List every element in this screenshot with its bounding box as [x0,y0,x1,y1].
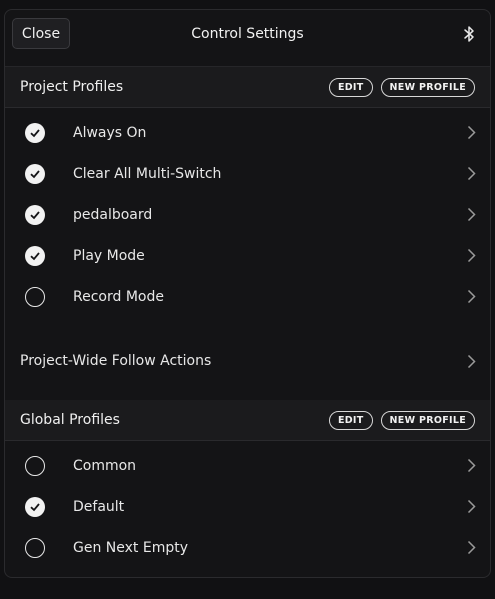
list-item[interactable]: Clear All Multi-Switch [5,153,490,194]
chevron-right-icon [467,289,476,304]
global-profiles-list: Common Default Gen Next Empty [5,441,490,568]
control-settings-panel: Close Control Settings Project Profiles … [4,9,491,578]
follow-actions-row[interactable]: Project-Wide Follow Actions [5,341,490,381]
list-item[interactable]: Common [5,445,490,486]
chevron-right-icon [467,499,476,514]
list-item-label: Always On [73,124,147,141]
chevron-right-icon [467,166,476,181]
list-item-label: pedalboard [73,206,153,223]
global-profiles-title: Global Profiles [20,412,120,428]
chevron-right-icon [467,125,476,140]
panel-header: Close Control Settings [5,10,490,67]
project-edit-button[interactable]: EDIT [328,77,373,97]
unchecked-icon[interactable] [25,455,45,476]
list-item[interactable]: Record Mode [5,276,490,317]
list-item[interactable]: Default [5,486,490,527]
project-new-profile-button[interactable]: NEW PROFILE [380,77,475,97]
checked-icon[interactable] [25,496,45,517]
unchecked-icon[interactable] [25,537,45,558]
checked-icon[interactable] [25,122,45,143]
project-profiles-list: Always On Clear All Multi-Switch pedalbo… [5,108,490,317]
list-item[interactable]: Play Mode [5,235,490,276]
global-new-profile-button[interactable]: NEW PROFILE [380,410,475,430]
list-item-label: Clear All Multi-Switch [73,165,222,182]
checked-icon[interactable] [25,204,45,225]
project-profiles-title: Project Profiles [20,79,124,95]
unchecked-icon[interactable] [25,286,45,307]
bluetooth-icon[interactable] [462,25,476,43]
chevron-right-icon [467,248,476,263]
checked-icon[interactable] [25,163,45,184]
checked-icon[interactable] [25,245,45,266]
list-item-label: Gen Next Empty [73,539,188,556]
global-edit-button[interactable]: EDIT [328,410,373,430]
chevron-right-icon [467,207,476,222]
global-profiles-header: Global Profiles EDIT NEW PROFILE [5,400,490,441]
list-item-label: Default [73,498,125,515]
list-item-label: Record Mode [73,288,164,305]
list-item-label: Play Mode [73,247,145,264]
chevron-right-icon [467,540,476,555]
project-profiles-header: Project Profiles EDIT NEW PROFILE [5,67,490,108]
list-item-label: Common [73,457,137,474]
chevron-right-icon [467,458,476,473]
follow-actions-label: Project-Wide Follow Actions [20,353,212,369]
panel-title: Control Settings [191,26,304,42]
list-item[interactable]: Gen Next Empty [5,527,490,568]
list-item[interactable]: pedalboard [5,194,490,235]
chevron-right-icon [467,354,476,369]
list-item[interactable]: Always On [5,112,490,153]
